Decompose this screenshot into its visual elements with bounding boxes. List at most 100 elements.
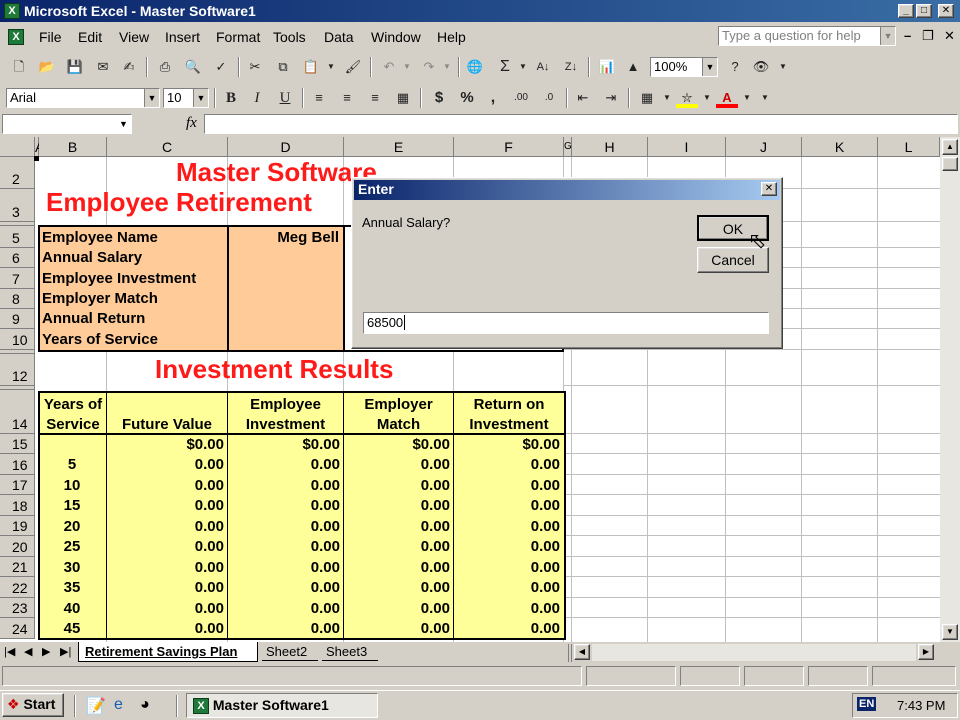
column-header-d[interactable]: D (228, 137, 344, 157)
years-cell[interactable]: 20 (40, 518, 104, 535)
future-value-cell[interactable]: $0.00 (107, 436, 224, 453)
language-indicator[interactable]: EN (857, 697, 877, 711)
toolbar-options-icon[interactable]: ▼ (772, 57, 794, 77)
scroll-left-icon[interactable]: ◀ (574, 644, 590, 660)
spelling-icon[interactable]: ✓ (210, 57, 232, 77)
return-on-investment-cell[interactable]: 0.00 (454, 497, 560, 514)
sort-descending-icon[interactable]: Z↓ (560, 57, 582, 77)
close-icon[interactable]: ✕ (938, 4, 954, 18)
column-header-i[interactable]: I (648, 137, 726, 157)
decrease-decimal-icon[interactable]: .0 (538, 88, 560, 108)
chevron-down-icon[interactable]: ▼ (144, 89, 159, 107)
return-on-investment-cell[interactable]: 0.00 (454, 477, 560, 494)
employee-investment-cell[interactable]: 0.00 (228, 620, 340, 637)
zoom-select[interactable]: 100% ▼ (650, 57, 718, 77)
percent-icon[interactable]: % (456, 88, 478, 108)
row-header-15[interactable]: 15 (0, 434, 35, 454)
row-header-20[interactable]: 20 (0, 536, 35, 557)
next-sheet-icon[interactable]: ▶ (42, 645, 50, 658)
scroll-right-icon[interactable]: ▶ (918, 644, 934, 660)
column-header-c[interactable]: C (107, 137, 228, 157)
menu-view[interactable]: View (119, 29, 149, 45)
menu-help[interactable]: Help (437, 29, 466, 45)
future-value-cell[interactable]: 0.00 (107, 579, 224, 596)
employer-match-cell[interactable]: 0.00 (344, 456, 450, 473)
scroll-up-icon[interactable]: ▲ (942, 139, 958, 155)
function-icon[interactable]: fx (186, 115, 197, 132)
future-value-cell[interactable]: 0.00 (107, 477, 224, 494)
employee-investment-cell[interactable]: 0.00 (228, 579, 340, 596)
return-on-investment-cell[interactable]: 0.00 (454, 600, 560, 617)
font-color-icon[interactable]: A (716, 88, 738, 108)
future-value-cell[interactable]: 0.00 (107, 518, 224, 535)
years-cell[interactable]: 40 (40, 600, 104, 617)
row-header-5[interactable]: 5 (0, 226, 35, 248)
row-header-7[interactable]: 7 (0, 268, 35, 289)
internet-explorer-icon[interactable]: e (114, 696, 123, 714)
font-select[interactable]: Arial ▼ (6, 88, 160, 108)
toolbar-options-icon[interactable]: ▼ (754, 88, 776, 108)
chevron-down-icon[interactable]: ▼ (880, 27, 895, 45)
minimize-icon[interactable]: _ (898, 4, 914, 18)
sort-ascending-icon[interactable]: A↓ (532, 57, 554, 77)
help-icon[interactable]: ? (724, 57, 746, 77)
autosum-dropdown-icon[interactable]: ▼ (512, 57, 534, 77)
employee-investment-cell[interactable]: 0.00 (228, 600, 340, 617)
years-cell[interactable]: 30 (40, 559, 104, 576)
borders-dropdown-icon[interactable]: ▼ (656, 88, 678, 108)
employer-match-cell[interactable]: 0.00 (344, 518, 450, 535)
column-header-j[interactable]: J (726, 137, 802, 157)
future-value-cell[interactable]: 0.00 (107, 538, 224, 555)
row-header-18[interactable]: 18 (0, 495, 35, 516)
taskbar-excel-button[interactable]: X Master Software1 (186, 693, 378, 718)
employer-match-cell[interactable]: 0.00 (344, 579, 450, 596)
employee-investment-cell[interactable]: 0.00 (228, 559, 340, 576)
row-header-17[interactable]: 17 (0, 475, 35, 495)
years-cell[interactable]: 15 (40, 497, 104, 514)
row-header-6[interactable]: 6 (0, 248, 35, 268)
menu-tools[interactable]: Tools (273, 29, 306, 45)
font-size-select[interactable]: 10 ▼ (163, 88, 209, 108)
paste-icon[interactable]: 📋 (300, 57, 322, 77)
return-on-investment-cell[interactable]: 0.00 (454, 620, 560, 637)
return-on-investment-cell[interactable]: 0.00 (454, 559, 560, 576)
years-cell[interactable]: 45 (40, 620, 104, 637)
increase-indent-icon[interactable]: ⇥ (600, 88, 622, 108)
hyperlink-icon[interactable]: 🌐 (464, 57, 486, 77)
employee-investment-cell[interactable]: $0.00 (228, 436, 340, 453)
employee-investment-cell[interactable]: 0.00 (228, 538, 340, 555)
return-on-investment-cell[interactable]: 0.00 (454, 518, 560, 535)
employee-investment-cell[interactable]: 0.00 (228, 518, 340, 535)
align-left-icon[interactable]: ≡ (308, 88, 330, 108)
years-cell[interactable]: 10 (40, 477, 104, 494)
years-cell[interactable]: 35 (40, 579, 104, 596)
chevron-down-icon[interactable]: ▼ (193, 89, 208, 107)
currency-icon[interactable]: $ (428, 88, 450, 108)
first-sheet-icon[interactable]: |◀ (4, 645, 15, 658)
employee-name-value[interactable]: Meg Bell (229, 229, 339, 246)
vertical-scrollbar[interactable]: ▲ ▼ (940, 137, 960, 642)
row-header-24[interactable]: 24 (0, 618, 35, 639)
start-button[interactable]: ❖ Start (2, 693, 64, 717)
row-header-12[interactable]: 12 (0, 354, 35, 386)
employee-investment-cell[interactable]: 0.00 (228, 477, 340, 494)
undo-dropdown-icon[interactable]: ▼ (396, 57, 418, 77)
prev-sheet-icon[interactable]: ◀ (24, 645, 32, 658)
column-header-k[interactable]: K (802, 137, 878, 157)
save-icon[interactable]: 💾 (64, 57, 86, 77)
column-header-g[interactable]: G (564, 137, 572, 157)
dialog-close-icon[interactable]: ✕ (761, 182, 777, 196)
bold-icon[interactable]: B (220, 88, 242, 108)
chevron-down-icon[interactable]: ▼ (702, 58, 717, 76)
email-icon[interactable]: ✍ (118, 57, 140, 77)
menu-format[interactable]: Format (216, 29, 260, 45)
employer-match-cell[interactable]: 0.00 (344, 477, 450, 494)
fill-color-dropdown-icon[interactable]: ▼ (696, 88, 718, 108)
future-value-cell[interactable]: 0.00 (107, 600, 224, 617)
read-icon[interactable]: 👁 (750, 57, 772, 77)
future-value-cell[interactable]: 0.00 (107, 456, 224, 473)
row-header-9[interactable]: 9 (0, 309, 35, 329)
italic-icon[interactable]: I (246, 88, 268, 108)
name-box[interactable]: ▼ (2, 114, 132, 134)
menu-edit[interactable]: Edit (78, 29, 102, 45)
